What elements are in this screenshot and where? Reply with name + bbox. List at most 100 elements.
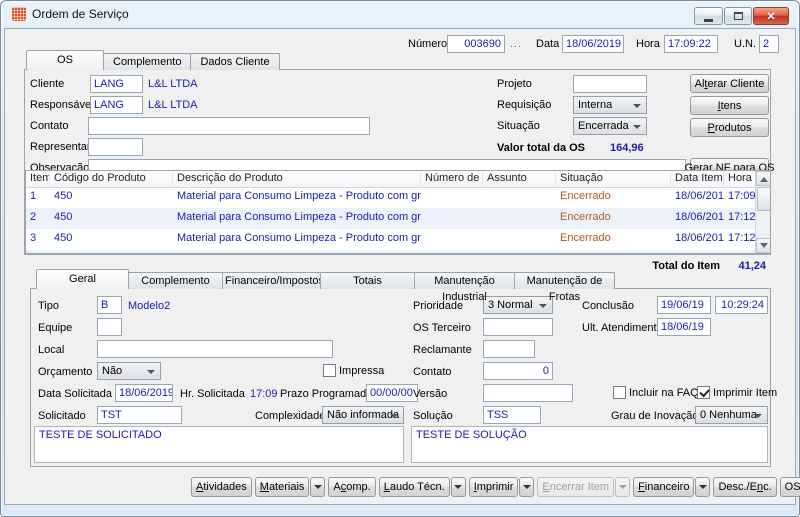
numero-field[interactable]: 003690	[447, 35, 505, 53]
table-row[interactable]: 1 450 Material para Consumo Limpeza - Pr…	[26, 187, 756, 208]
complexidade-select[interactable]: Não informada	[322, 406, 404, 424]
close-button[interactable]: ✕	[753, 7, 789, 25]
scrollbar-thumb[interactable]	[757, 187, 770, 211]
conclusao-hora-field[interactable]: 10:29:24	[715, 296, 768, 314]
projeto-label: Projeto	[497, 78, 532, 90]
arrow-up-icon	[760, 173, 768, 182]
grau-inovacao-select[interactable]: 0 Nenhuma	[695, 406, 768, 424]
encerrar-item-button[interactable]: Encerrar Item	[537, 477, 615, 497]
contato-geral-field[interactable]: 0	[483, 362, 553, 380]
incluir-faq-checkbox[interactable]	[613, 386, 626, 399]
un-field[interactable]: 2	[759, 35, 779, 53]
materiais-button[interactable]: Materiais	[254, 477, 310, 497]
laudo-dropdown-button[interactable]	[450, 477, 466, 497]
reclamante-field[interactable]	[483, 340, 535, 358]
prioridade-select[interactable]: 3 Normal	[483, 296, 553, 314]
desc-enc-button[interactable]: Desc./E n c.	[713, 477, 777, 497]
cell-hora: 17:09	[728, 190, 756, 202]
encerrar-dropdown-button[interactable]	[615, 477, 631, 497]
col-header-serie[interactable]: Número de Série	[421, 171, 483, 186]
local-label: Local	[38, 344, 65, 356]
alterar-cliente-button[interactable]: Al t erar Cliente	[690, 74, 769, 93]
contato-field[interactable]	[88, 117, 370, 135]
conclusao-label: Conclusão	[582, 300, 634, 312]
equipe-field[interactable]	[97, 318, 122, 336]
maximize-icon	[733, 12, 743, 20]
tab-complemento[interactable]: Complemento	[103, 53, 192, 70]
imprimir-item-checkbox[interactable]	[697, 386, 710, 399]
versao-field[interactable]	[483, 384, 573, 402]
imprimir-dropdown-button[interactable]	[519, 477, 535, 497]
data-label: Data	[536, 38, 560, 50]
impressa-checkbox[interactable]	[323, 364, 336, 377]
financeiro-button[interactable]: Financeiro	[633, 477, 695, 497]
texto-solicitado-memo[interactable]: TESTE DE SOLICITADO	[34, 426, 404, 463]
tab-manutencao-industrial[interactable]: Manutenção Industrial	[414, 272, 515, 303]
tab-geral-complemento[interactable]: Complemento	[128, 272, 223, 289]
items-table[interactable]: Item Código do Produto Descrição do Prod…	[25, 170, 771, 254]
materiais-dropdown-button[interactable]	[310, 477, 326, 497]
cell-codigo: 450	[54, 211, 73, 223]
col-header-assunto[interactable]: Assunto	[483, 171, 556, 186]
projeto-field[interactable]	[573, 75, 647, 93]
requisicao-select[interactable]: Interna	[573, 96, 647, 114]
texto-solucao-memo[interactable]: TESTE DE SOLUÇÃO	[411, 426, 768, 463]
scroll-down-button[interactable]	[756, 238, 770, 253]
data-field[interactable]: 18/06/2019	[562, 35, 624, 53]
table-row[interactable]: 2 450 Material para Consumo Limpeza - Pr…	[26, 208, 756, 229]
financeiro-dropdown-button[interactable]	[695, 477, 711, 497]
tab-os[interactable]: OS	[26, 50, 104, 70]
local-field[interactable]	[97, 340, 333, 358]
cliente-field[interactable]: LANG	[90, 75, 143, 93]
col-header-data-item[interactable]: Data Item	[671, 171, 724, 186]
numero-browse-link[interactable]: ...	[510, 35, 522, 53]
os-relac-button[interactable]: OS Relac.	[779, 477, 800, 497]
situacao-label: Situação	[497, 120, 540, 132]
hora-field[interactable]: 17:09:22	[664, 35, 718, 53]
orcamento-select[interactable]: Não	[97, 362, 161, 380]
col-header-hora[interactable]: Hora	[724, 171, 756, 186]
col-header-situacao[interactable]: Situação	[556, 171, 671, 186]
cell-data-item: 18/06/2019	[675, 211, 724, 223]
tab-totais[interactable]: Totais	[320, 272, 415, 289]
cell-descricao: Material para Consumo Limpeza - Produto …	[177, 211, 421, 223]
solicitado-label: Solicitado	[38, 410, 86, 422]
tab-geral[interactable]: Geral	[36, 269, 129, 289]
cell-item: 4	[26, 252, 50, 253]
os-terceiro-field[interactable]	[483, 318, 553, 336]
hr-solicitada-value: 17:09	[250, 388, 278, 400]
acomp-button[interactable]: Ac omp.	[328, 477, 376, 497]
reclamante-label: Reclamante	[413, 344, 472, 356]
solucao-field[interactable]: TSS	[483, 406, 541, 424]
col-header-descricao[interactable]: Descrição do Produto	[173, 171, 421, 186]
situacao-select[interactable]: Encerrada	[573, 117, 647, 135]
maximize-button[interactable]	[724, 7, 752, 25]
tab-financeiro-impostos[interactable]: Financeiro/Impostos	[222, 272, 324, 289]
cell-descricao: TELA VERMELHA	[173, 252, 421, 253]
imprimir-button[interactable]: Imprimir	[468, 477, 519, 497]
col-header-codigo[interactable]: Código do Produto	[50, 171, 173, 186]
table-scrollbar[interactable]	[755, 171, 770, 253]
tab-manutencao-frotas[interactable]: Manutenção de Frotas	[514, 272, 615, 303]
responsavel-field[interactable]: LANG	[90, 96, 143, 114]
col-header-item[interactable]: Item	[26, 171, 50, 186]
representante-field[interactable]	[88, 138, 143, 156]
solicitado-field[interactable]: TST	[97, 406, 182, 424]
conclusao-data-field[interactable]: 19/06/19	[657, 296, 711, 314]
contato-label: Contato	[30, 120, 69, 132]
table-row[interactable]: 3 450 Material para Consumo Limpeza - Pr…	[26, 229, 756, 250]
table-row-clipped[interactable]: 4 1 TELA VERMELHA 20/06/2019 18:12	[26, 250, 756, 253]
ult-atendimento-field[interactable]: 18/06/19	[657, 318, 711, 336]
tab-dados-cliente[interactable]: Dados Cliente	[190, 53, 280, 70]
incluir-faq-label: Incluir na FAQ	[629, 387, 699, 399]
scroll-up-button[interactable]	[756, 171, 770, 186]
prazo-field[interactable]: 00/00/00	[366, 384, 418, 402]
arrow-down-icon	[760, 242, 768, 252]
produtos-button[interactable]: Produtos	[690, 118, 769, 137]
itens-button[interactable]: Itens	[690, 96, 769, 115]
atividades-button[interactable]: Atividades	[191, 477, 252, 497]
tipo-field[interactable]: B	[97, 296, 122, 314]
minimize-button[interactable]	[694, 7, 723, 25]
data-solicitada-field[interactable]: 18/06/2019	[115, 384, 173, 402]
laudo-tecnico-button[interactable]: Laudo Técn.	[378, 477, 450, 497]
